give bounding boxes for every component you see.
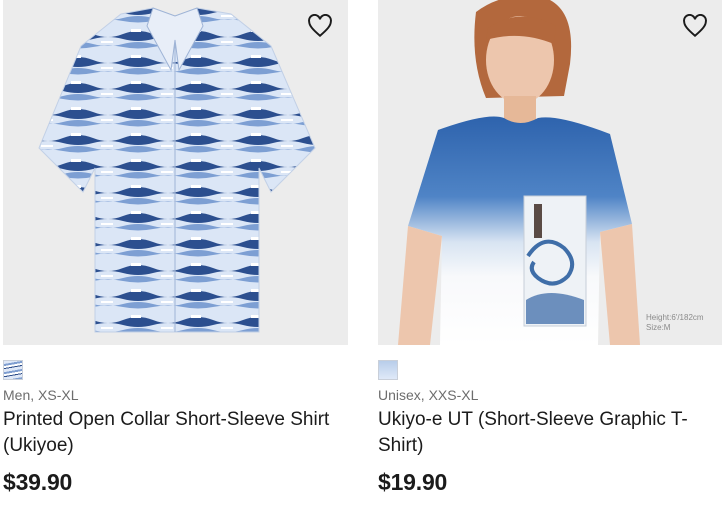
- color-swatch[interactable]: [3, 360, 23, 380]
- product-meta: Men, XS-XL: [3, 387, 79, 403]
- color-swatches: [378, 360, 722, 381]
- product-meta: Unisex, XXS-XL: [378, 387, 479, 403]
- product-image[interactable]: Height:6'/182cm Size:M: [378, 0, 722, 345]
- product-title[interactable]: Printed Open Collar Short-Sleeve Shirt (…: [3, 407, 348, 459]
- shirt-image: [38, 7, 316, 333]
- model-size-text: Size:M: [646, 323, 671, 332]
- product-card[interactable]: Height:6'/182cm Size:M Unisex, XXS-XL Uk…: [378, 0, 722, 495]
- model-height-text: Height:6'/182cm: [646, 313, 704, 322]
- color-swatch[interactable]: [378, 360, 398, 380]
- color-swatches: [3, 360, 348, 381]
- product-price: $39.90: [3, 469, 73, 495]
- product-image[interactable]: [3, 0, 348, 345]
- product-card[interactable]: Men, XS-XL Printed Open Collar Short-Sle…: [3, 0, 348, 495]
- heart-outline-icon[interactable]: [307, 14, 333, 38]
- product-price: $19.90: [378, 469, 448, 495]
- product-title[interactable]: Ukiyo-e UT (Short-Sleeve Graphic T-Shirt…: [378, 407, 722, 459]
- heart-outline-icon[interactable]: [682, 14, 708, 38]
- tshirt-model-image: Height:6'/182cm Size:M: [398, 0, 704, 345]
